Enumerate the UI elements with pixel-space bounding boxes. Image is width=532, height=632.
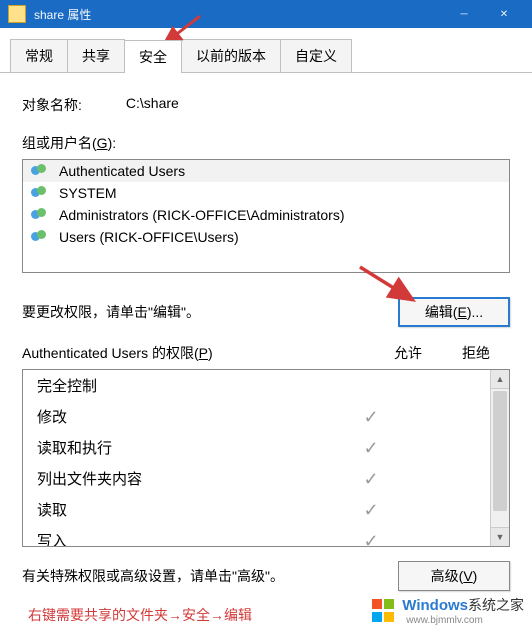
advanced-button[interactable]: 高级(V) [398,561,510,591]
allow-mark: ✓ [336,408,406,426]
scroll-up-button[interactable]: ▲ [491,370,509,389]
groups-label: 组或用户名(G): [22,133,510,153]
perm-row: 读取 ✓ [23,494,490,525]
tab-previous-versions[interactable]: 以前的版本 [181,39,281,72]
advanced-hint: 有关特殊权限或高级设置，请单击"高级"。 [22,566,284,586]
groups-listbox[interactable]: Authenticated Users SYSTEM Administrator… [22,159,510,273]
permissions-listbox: 完全控制 修改 ✓ 读取和执行 ✓ 列出文件夹内容 ✓ [22,369,510,547]
perm-row: 列出文件夹内容 ✓ [23,463,490,494]
users-icon [31,207,51,223]
users-icon [31,229,51,245]
list-item[interactable]: SYSTEM [23,182,509,204]
allow-header: 允许 [394,343,422,363]
scroll-down-button[interactable]: ▼ [491,527,509,546]
list-item-label: Administrators (RICK-OFFICE\Administrato… [59,207,344,223]
list-item[interactable]: Administrators (RICK-OFFICE\Administrato… [23,204,509,226]
titlebar: share 属性 ─ ✕ [0,0,532,28]
perm-row: 完全控制 [23,370,490,401]
scrollbar[interactable]: ▲ ▼ [490,370,509,546]
users-icon [31,185,51,201]
tab-strip: 常规 共享 安全 以前的版本 自定义 [0,38,532,73]
tab-general[interactable]: 常规 [10,39,68,72]
allow-mark: ✓ [336,439,406,457]
allow-mark: ✓ [336,470,406,488]
deny-header: 拒绝 [462,343,490,363]
perm-row: 写入 ✓ [23,525,490,546]
perm-row: 读取和执行 ✓ [23,432,490,463]
list-item[interactable]: Users (RICK-OFFICE\Users) [23,226,509,248]
allow-mark: ✓ [336,532,406,547]
close-button[interactable]: ✕ [484,9,524,20]
windows-logo-icon [372,599,396,623]
list-item-label: Authenticated Users [59,163,185,179]
scroll-thumb[interactable] [493,391,507,511]
edit-button[interactable]: 编辑(E)... [398,297,510,327]
object-name-value: C:\share [126,95,179,115]
perm-row: 修改 ✓ [23,401,490,432]
tab-sharing[interactable]: 共享 [67,39,125,72]
allow-mark: ✓ [336,501,406,519]
window-title: share 属性 [34,6,444,23]
object-name-label: 对象名称: [22,95,82,115]
users-icon [31,163,51,179]
object-name-row: 对象名称: C:\share [22,95,510,115]
tab-security[interactable]: 安全 [124,40,182,73]
watermark: Windows系统之家 www.bjmmlv.com [372,595,524,626]
list-item-label: SYSTEM [59,185,117,201]
tab-customize[interactable]: 自定义 [280,39,352,72]
folder-icon [8,5,26,23]
list-item[interactable]: Authenticated Users [23,160,509,182]
list-item-label: Users (RICK-OFFICE\Users) [59,229,239,245]
edit-hint: 要更改权限，请单击"编辑"。 [22,302,200,322]
permissions-header: Authenticated Users 的权限(P) 允许 拒绝 [22,343,510,363]
minimize-button[interactable]: ─ [444,9,484,20]
